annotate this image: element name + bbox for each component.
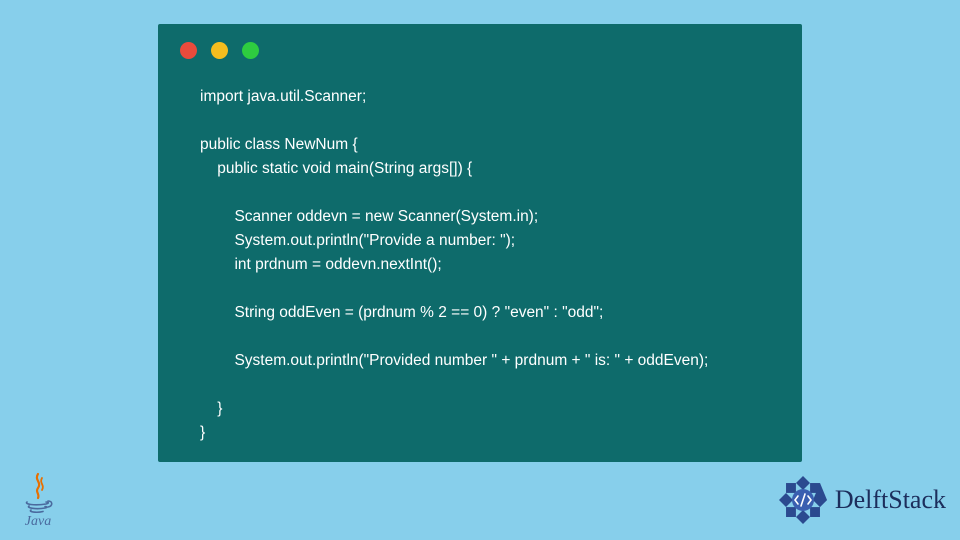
code-line: public class NewNum { — [200, 136, 358, 153]
delftstack-logo-label: DelftStack — [835, 485, 946, 515]
delftstack-logo: DelftStack — [775, 472, 946, 528]
window-close-icon — [180, 42, 197, 59]
traffic-lights — [158, 24, 802, 59]
java-logo-label: Java — [14, 514, 62, 530]
code-line: public static void main(String args[]) { — [200, 160, 472, 177]
code-line: } — [200, 424, 205, 441]
code-line: int prdnum = oddevn.nextInt(); — [200, 256, 442, 273]
code-line: System.out.println("Provided number " + … — [200, 352, 708, 369]
code-line: Scanner oddevn = new Scanner(System.in); — [200, 208, 538, 225]
java-icon — [20, 472, 56, 516]
code-line: String oddEven = (prdnum % 2 == 0) ? "ev… — [200, 304, 603, 321]
window-minimize-icon — [211, 42, 228, 59]
window-maximize-icon — [242, 42, 259, 59]
code-line: } — [200, 400, 222, 417]
code-line: import java.util.Scanner; — [200, 88, 366, 105]
code-block: import java.util.Scanner; public class N… — [158, 59, 802, 445]
code-line: System.out.println("Provide a number: ")… — [200, 232, 515, 249]
code-window: import java.util.Scanner; public class N… — [158, 24, 802, 462]
java-logo: Java — [14, 472, 62, 530]
delftstack-icon — [775, 472, 831, 528]
